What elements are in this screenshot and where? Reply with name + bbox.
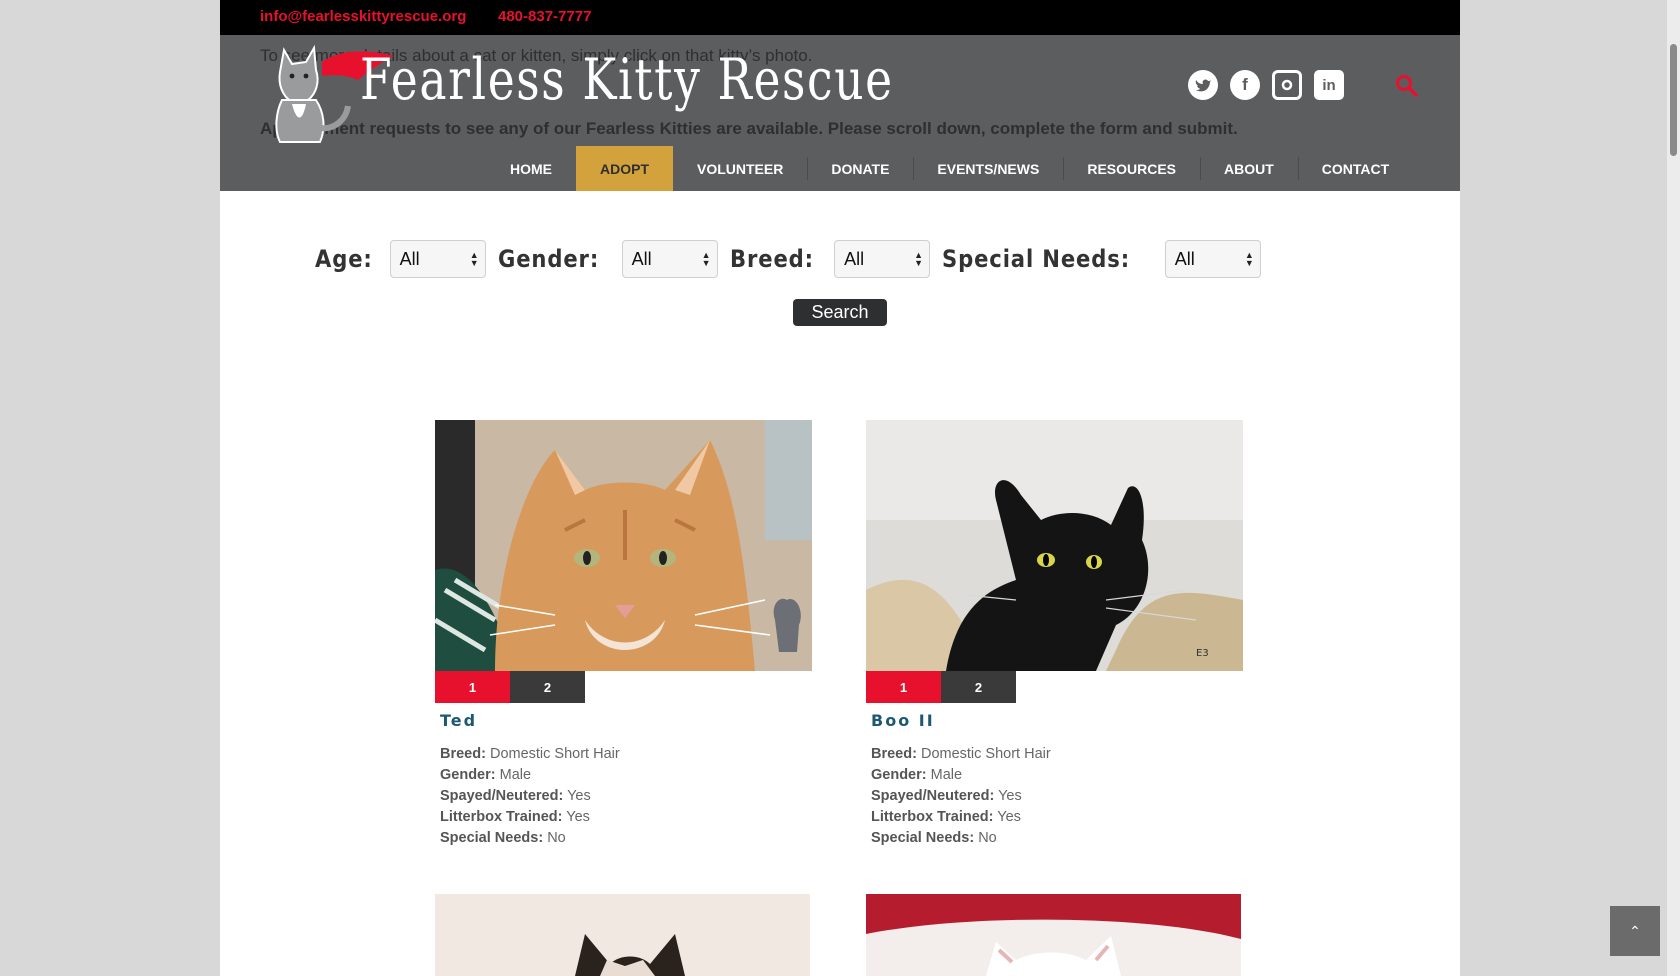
cat-photo[interactable]: E3 (866, 420, 1243, 671)
photo-tab-1[interactable]: 1 (435, 671, 510, 703)
main-nav: HOME ADOPT VOLUNTEER DONATE EVENTS/NEWS … (486, 146, 1413, 191)
nav-contact[interactable]: CONTACT (1297, 146, 1413, 191)
twitter-icon[interactable] (1188, 70, 1218, 100)
nav-about[interactable]: ABOUT (1200, 146, 1298, 191)
special-needs-label: Special Needs: (942, 245, 1131, 273)
spayed-value: Yes (998, 788, 1022, 804)
facebook-icon[interactable]: f (1230, 70, 1260, 100)
breed-row: Breed: Domestic Short Hair (871, 744, 1243, 765)
cat-card-ted: 1 2 Ted Breed: Domestic Short Hair Gende… (435, 420, 812, 849)
cat-photo-partial[interactable] (866, 894, 1241, 976)
filter-bar: Age: All ▲ ▼ Gender: All ▲ ▼ Breed: All ▲ ▼ Sp… (315, 238, 1273, 280)
linkedin-icon[interactable]: in (1314, 70, 1344, 100)
special-needs-row: Special Needs: No (871, 828, 1243, 849)
gender-label: Gender: (871, 767, 927, 783)
spayed-label: Spayed/Neutered: (871, 788, 995, 804)
scrollbar[interactable] (1667, 0, 1680, 976)
nav-adopt[interactable]: ADOPT (576, 146, 673, 191)
nav-donate[interactable]: DONATE (807, 146, 913, 191)
cat-details: Breed: Domestic Short Hair Gender: Male … (871, 744, 1243, 849)
instagram-icon[interactable] (1272, 70, 1302, 100)
breed-label: Breed: (729, 245, 814, 273)
nav-home[interactable]: HOME (486, 146, 576, 191)
page-container: info@fearlesskittyrescue.org 480-837-777… (220, 0, 1460, 976)
litterbox-row: Litterbox Trained: Yes (871, 807, 1243, 828)
nav-resources[interactable]: RESOURCES (1063, 146, 1200, 191)
breed-label: Breed: (871, 746, 917, 762)
scrollbar-thumb[interactable] (1670, 44, 1677, 156)
select-arrows-icon: ▲ ▼ (701, 250, 711, 268)
spayed-label: Spayed/Neutered: (440, 788, 564, 804)
gender-label: Gender: (440, 767, 496, 783)
special-needs-select[interactable]: All ▲ ▼ (1164, 240, 1261, 278)
photo-tab-2[interactable]: 2 (510, 671, 585, 703)
gender-select-value: All (631, 248, 652, 269)
gender-label: Gender: (497, 245, 599, 273)
litterbox-label: Litterbox Trained: (871, 809, 994, 825)
gender-row: Gender: Male (440, 765, 812, 786)
svg-text:E3: E3 (1196, 648, 1209, 659)
phone-link[interactable]: 480-837-7777 (498, 8, 591, 25)
special-needs-row: Special Needs: No (440, 828, 812, 849)
gender-select[interactable]: All ▲ ▼ (621, 240, 718, 278)
breed-label: Breed: (440, 746, 486, 762)
select-arrows-icon: ▲ ▼ (1244, 250, 1254, 268)
site-header: To see more details about a cat or kitte… (220, 35, 1460, 191)
breed-select[interactable]: All ▲ ▼ (834, 240, 931, 278)
search-button[interactable]: Search (793, 299, 887, 326)
select-arrows-icon: ▲ ▼ (914, 250, 924, 268)
photo-tabs: 1 2 (866, 671, 1243, 703)
nav-volunteer[interactable]: VOLUNTEER (673, 146, 807, 191)
special-needs-value: No (978, 830, 997, 846)
cat-name[interactable]: Ted (440, 711, 812, 730)
gender-value: Male (930, 767, 963, 783)
age-label: Age: (315, 245, 373, 273)
gender-value: Male (499, 767, 532, 783)
cat-photo[interactable] (435, 420, 812, 671)
email-link[interactable]: info@fearlesskittyrescue.org (260, 8, 466, 25)
top-contact-bar: info@fearlesskittyrescue.org 480-837-777… (220, 0, 1460, 35)
gender-row: Gender: Male (871, 765, 1243, 786)
litterbox-value: Yes (566, 809, 590, 825)
breed-select-value: All (844, 248, 865, 269)
cat-name[interactable]: Boo II (871, 711, 1243, 730)
special-needs-label: Special Needs: (440, 830, 544, 846)
spayed-value: Yes (567, 788, 591, 804)
breed-value: Domestic Short Hair (920, 746, 1051, 762)
special-needs-label: Special Needs: (871, 830, 975, 846)
litterbox-row: Litterbox Trained: Yes (440, 807, 812, 828)
site-title[interactable]: Fearless Kitty Rescue (360, 47, 894, 113)
litterbox-value: Yes (997, 809, 1021, 825)
age-select[interactable]: All ▲ ▼ (389, 240, 486, 278)
breed-value: Domestic Short Hair (489, 746, 620, 762)
search-icon[interactable] (1394, 73, 1420, 99)
spayed-row: Spayed/Neutered: Yes (871, 786, 1243, 807)
photo-tabs: 1 2 (435, 671, 812, 703)
special-needs-select-value: All (1174, 248, 1195, 269)
cat-card-boo-ii: E3 1 2 Boo II Breed: Domestic Short Hair… (866, 420, 1243, 849)
chevron-up-icon: ⌃ (1629, 922, 1641, 939)
cat-details: Breed: Domestic Short Hair Gender: Male … (440, 744, 812, 849)
back-to-top-button[interactable]: ⌃ (1610, 906, 1660, 956)
breed-row: Breed: Domestic Short Hair (440, 744, 812, 765)
cat-photo-partial[interactable] (435, 894, 810, 976)
spayed-row: Spayed/Neutered: Yes (440, 786, 812, 807)
litterbox-label: Litterbox Trained: (440, 809, 563, 825)
photo-tab-1[interactable]: 1 (866, 671, 941, 703)
photo-tab-2[interactable]: 2 (941, 671, 1016, 703)
nav-events-news[interactable]: EVENTS/NEWS (913, 146, 1063, 191)
special-needs-value: No (547, 830, 566, 846)
select-arrows-icon: ▲ ▼ (469, 250, 479, 268)
age-select-value: All (399, 248, 420, 269)
appointment-text-obscured: Appointment requests to see any of our F… (260, 119, 1238, 138)
